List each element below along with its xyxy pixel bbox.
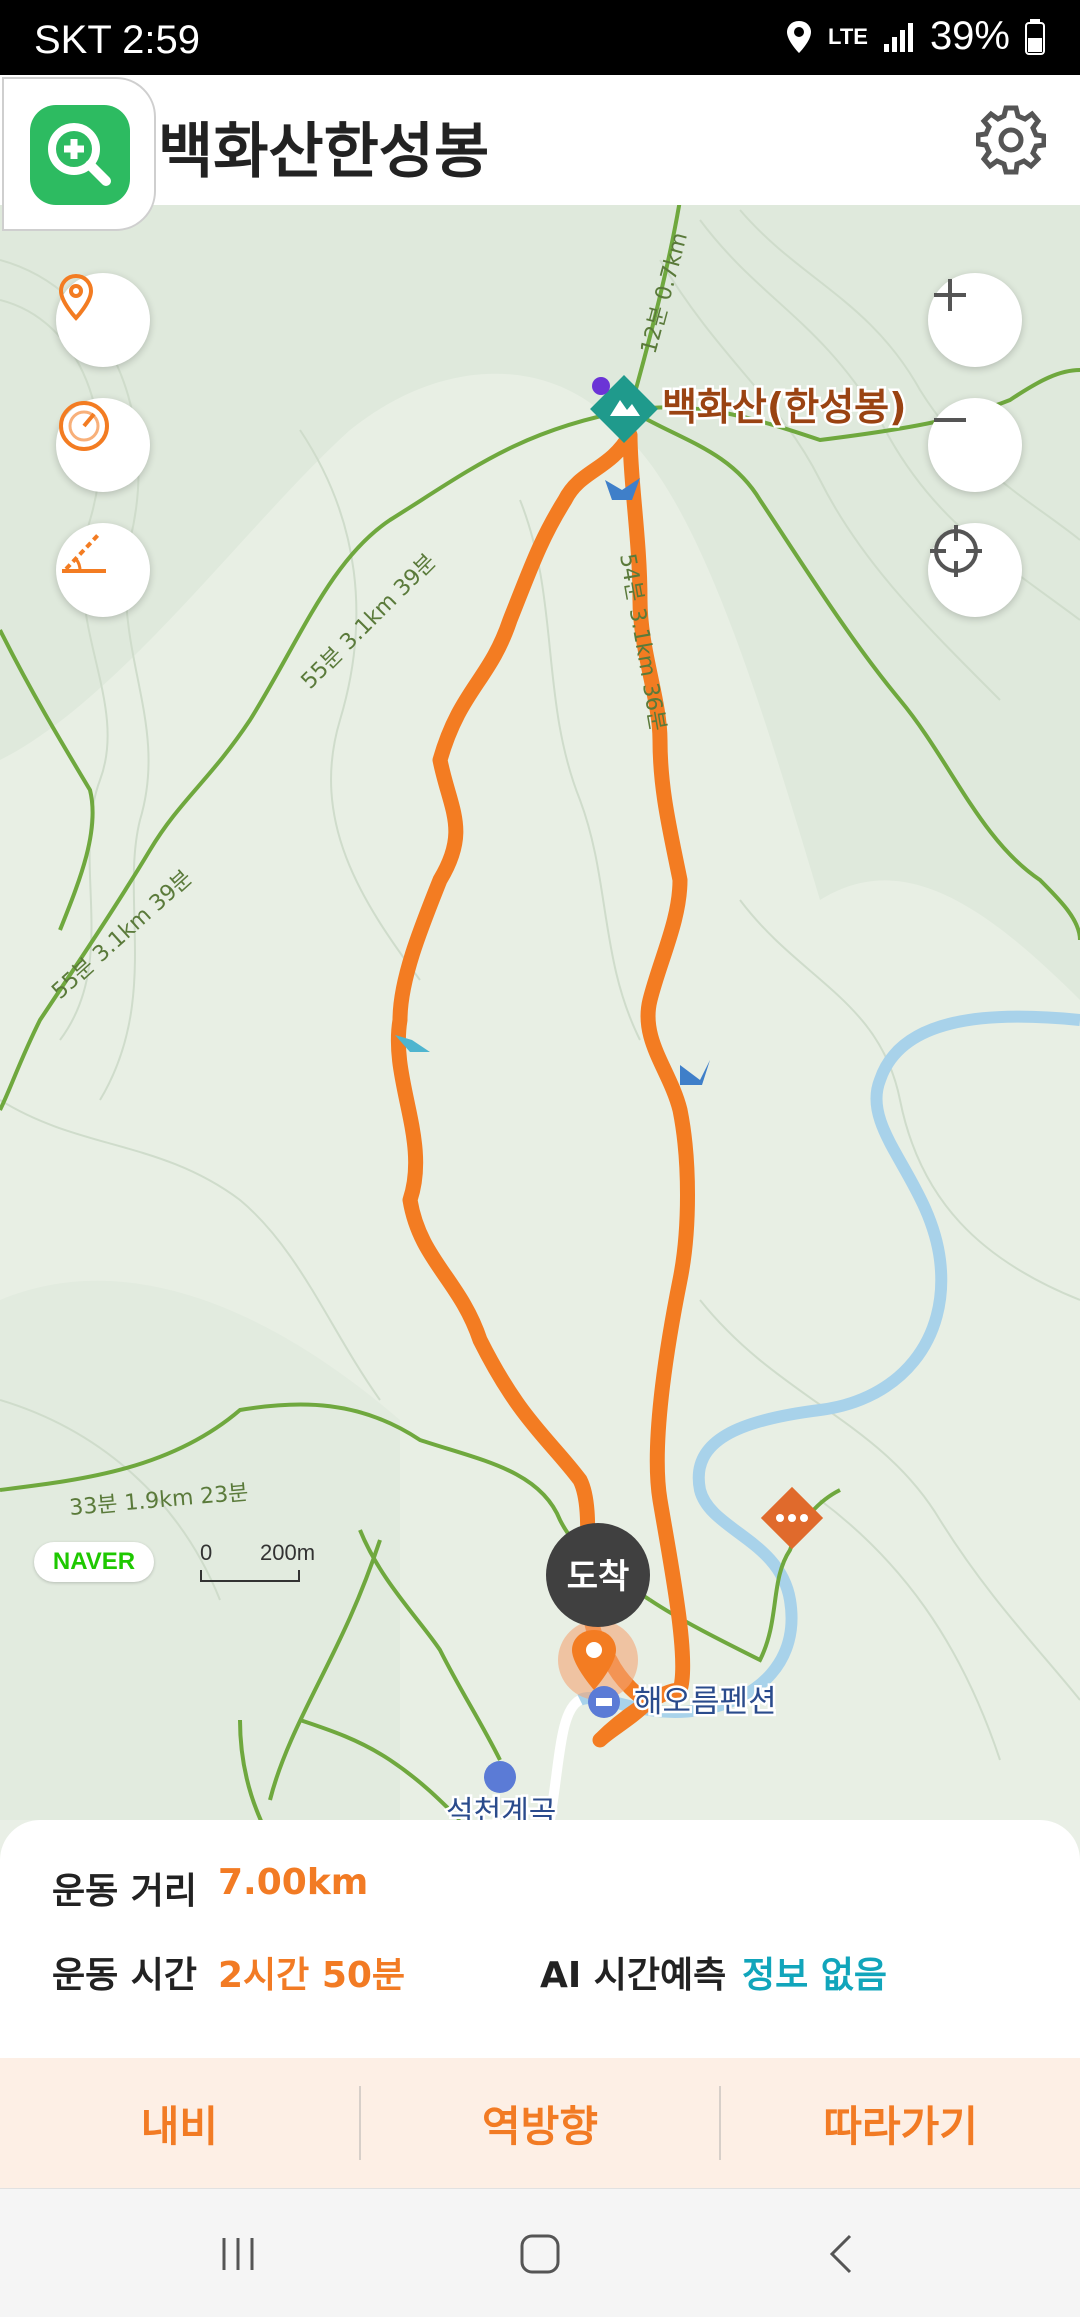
time-label: 운동 시간 [52,1955,198,1996]
trail-label-west: 55분 3.1km 39분 [47,866,197,1005]
scale-length: 200m [260,1540,316,1565]
map-view[interactable]: 12분 0.7km 55분 3.1km 39분 55분 3.1km 39분 33… [0,205,1080,1820]
recent-apps-button[interactable] [198,2219,278,2289]
summit-label: 백화산(한성봉) [662,385,907,429]
crosshair-icon [930,525,982,577]
valley-icon [484,1761,516,1793]
page-title: 백화산한성봉 [158,117,490,187]
minus-icon [934,418,966,422]
network-type: LTE [828,23,868,49]
trail-label-east-route: 54분 3.1km 36분 [614,552,670,733]
battery-icon [1025,18,1045,55]
search-plus-icon [30,105,130,205]
zoom-out-button[interactable] [928,398,1022,492]
gear-icon [975,105,1047,175]
stats-panel: 운동 거리 7.00km 운동 시간 2시간 50분 AI 시간예측 정보 없음 [0,1820,1080,2060]
battery-percent: 39% [929,14,1010,58]
pension-label: 해오름펜션 [634,1684,777,1720]
speedometer-icon [59,401,109,451]
signal-icon [883,22,913,52]
plus-icon [934,279,966,311]
location-marker-button[interactable] [56,273,150,367]
follow-button[interactable]: 따라가기 [721,2093,1080,2154]
ai-prediction-value: 정보 없음 [742,1955,888,1996]
distance-value: 7.00km [218,1862,369,1903]
back-icon [829,2234,852,2274]
ai-prediction-label: AI 시간예측 [540,1955,727,1996]
carrier-time: SKT 2:59 [34,18,201,62]
system-nav-bar [0,2188,1080,2317]
app-header: 백화산한성봉 [0,75,1080,231]
slope-button[interactable] [56,523,150,617]
speedometer-button[interactable] [56,398,150,492]
reverse-button[interactable]: 역방향 [361,2093,720,2154]
location-icon [787,20,812,53]
trail-label-northwest: 55분 3.1km 39분 [297,550,442,695]
status-bar: SKT 2:59 LTE 39% [0,0,1080,75]
home-icon [520,2234,560,2274]
current-location-button[interactable] [928,523,1022,617]
recent-apps-icon [222,2238,254,2270]
scale-zero: 0 [200,1540,213,1565]
zoom-in-button[interactable] [928,273,1022,367]
settings-button[interactable] [975,105,1047,175]
more-poi-marker[interactable] [760,1486,824,1550]
back-button[interactable] [802,2219,882,2289]
action-bar: 내비 역방향 따라가기 [0,2058,1080,2188]
scale-bar [200,1570,300,1582]
status-icons: LTE 39% [784,14,1046,59]
slope-icon [62,531,106,573]
map-pin-icon [58,273,94,321]
naver-logo: NAVER [34,1542,154,1582]
time-value: 2시간 50분 [218,1955,406,1996]
valley-label: 석천계곡 [446,1795,556,1820]
zoom-search-button[interactable] [2,77,156,231]
home-button[interactable] [500,2219,580,2289]
map-scale: 0 200m [200,1540,315,1582]
distance-label: 운동 거리 [52,1871,198,1912]
arrival-label: 도착 [567,1557,630,1597]
navi-button[interactable]: 내비 [0,2093,359,2154]
